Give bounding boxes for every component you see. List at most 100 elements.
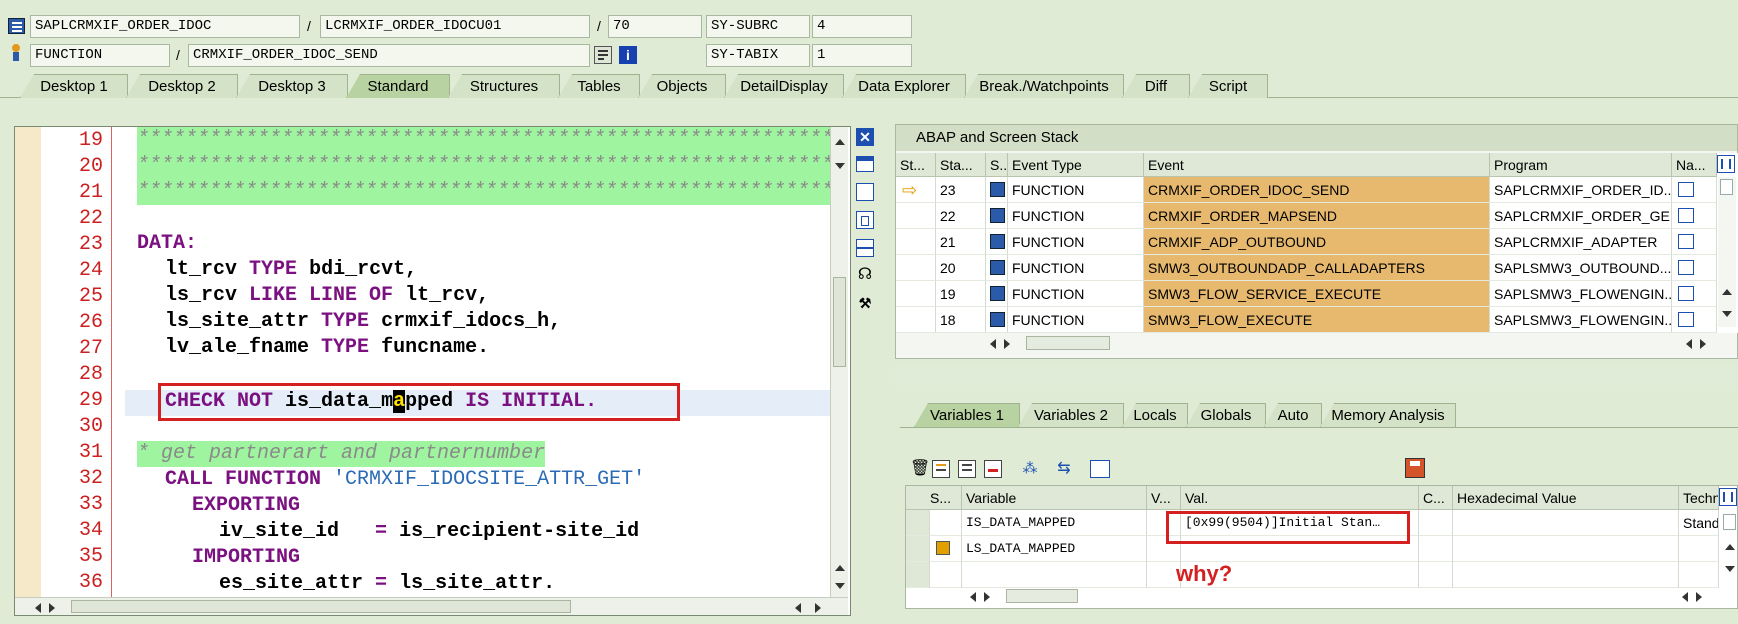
navigate-icon[interactable] [1678,208,1694,223]
column-header[interactable]: S... [906,486,962,510]
stack-level-cell[interactable]: 18 [936,307,986,333]
scroll-thumb[interactable] [1026,336,1110,350]
display-source-icon[interactable] [594,46,612,64]
folder-icon[interactable] [1090,460,1110,478]
hierarchy-icon[interactable]: ⁂ [1020,460,1040,478]
row-selector[interactable] [906,510,930,536]
tab-standard[interactable]: Standard [346,74,450,98]
column-header[interactable]: Event Type [1008,153,1144,177]
load-variable-icon[interactable] [932,460,950,478]
stack-horizontal-scrollbar[interactable] [986,335,1716,353]
column-header[interactable]: Hexadecimal Value [1453,486,1679,510]
tab-script[interactable]: Script [1188,74,1268,98]
tab-auto[interactable]: Auto [1264,403,1322,427]
stack-vertical-scrollbar[interactable] [1718,177,1736,327]
navigate-icon[interactable] [1678,182,1694,197]
variables-horizontal-scrollbar[interactable] [962,588,1722,606]
scroll-left-arrow[interactable] [35,603,41,613]
tools-icon[interactable]: ⚒ [856,294,874,312]
tab-desktop-3[interactable]: Desktop 3 [236,74,348,98]
scroll-thumb[interactable] [833,277,846,367]
scroll-right-arrow[interactable] [815,603,821,613]
scroll-up-arrow[interactable] [1725,544,1735,550]
column-header[interactable]: Val. [1181,486,1419,510]
var-c-cell[interactable] [1419,536,1453,562]
stack-event-cell[interactable]: CRMXIF_ORDER_MAPSEND [1144,203,1490,229]
stack-event-cell[interactable]: SMW3_FLOW_EXECUTE [1144,307,1490,333]
event-field[interactable]: CRMXIF_ORDER_IDOC_SEND [188,44,590,67]
scroll-left-arrow[interactable] [970,592,976,602]
info-icon[interactable]: i [619,46,637,64]
scroll-up-arrow[interactable] [835,139,845,145]
navigate-icon[interactable] [1678,312,1694,327]
stack-event-cell[interactable]: CRMXIF_ORDER_IDOC_SEND [1144,177,1490,203]
delete-variable-icon[interactable] [984,460,1002,478]
new-window-icon[interactable] [856,156,874,172]
row-selector[interactable] [906,562,930,588]
maximize-icon[interactable] [856,211,874,229]
stack-type-cell[interactable]: FUNCTION [1008,307,1144,333]
tab-watchpoints[interactable]: Break./Watchpoints [964,74,1124,98]
var-name-cell[interactable]: LS_DATA_MAPPED [962,536,1147,562]
stack-marker-cell[interactable] [896,203,936,229]
stack-level-cell[interactable]: 23 [936,177,986,203]
scroll-right-arrow[interactable] [49,603,55,613]
column-header[interactable]: St... [896,153,936,177]
var-hex-cell[interactable] [1453,562,1679,588]
close-icon[interactable]: ✕ [856,128,874,146]
resize-horizontal-icon[interactable] [856,239,874,257]
scroll-down-arrow[interactable] [1722,311,1732,317]
stack-event-cell[interactable]: SMW3_OUTBOUNDADP_CALLADAPTERS [1144,255,1490,281]
scroll-left-arrow[interactable] [1682,592,1688,602]
column-header[interactable]: Na... [1672,153,1717,177]
navigate-icon[interactable] [1678,234,1694,249]
scroll-right-arrow[interactable] [1700,339,1706,349]
stack-program-cell[interactable]: SAPLCRMXIF_ADAPTER [1490,229,1672,255]
tab-diff[interactable]: Diff [1122,74,1190,98]
stack-level-cell[interactable]: 21 [936,229,986,255]
include-field[interactable]: LCRMXIF_ORDER_IDOCU01 [320,15,590,38]
tab-desktop-2[interactable]: Desktop 2 [126,74,238,98]
stack-level-cell[interactable]: 19 [936,281,986,307]
headset-icon[interactable]: ☊ [856,266,874,284]
stack-program-cell[interactable]: SAPLCRMXIF_ORDER_GEN [1490,203,1672,229]
var-hex-cell[interactable] [1453,510,1679,536]
tab-variables-1[interactable]: Variables 1 [914,403,1020,427]
stack-level-cell[interactable]: 20 [936,255,986,281]
program-field[interactable]: SAPLCRMXIF_ORDER_IDOC [30,15,300,38]
stack-marker-cell[interactable] [896,281,936,307]
var-c-cell[interactable] [1419,510,1453,536]
stack-program-cell[interactable]: SAPLSMW3_FLOWENGIN... [1490,281,1672,307]
source-editor[interactable]: 19 20 21 22 23 24 25 26 27 28 29 30 31 3… [14,126,851,616]
scroll-right-arrow[interactable] [1004,339,1010,349]
stack-marker-cell[interactable] [896,229,936,255]
scroll-left-arrow[interactable] [990,339,996,349]
scroll-thumb[interactable] [1723,514,1736,530]
tab-globals[interactable]: Globals [1186,403,1266,427]
stack-event-cell[interactable]: CRMXIF_ADP_OUTBOUND [1144,229,1490,255]
stack-level-cell[interactable]: 22 [936,203,986,229]
tab-detaildisplay[interactable]: DetailDisplay [724,74,844,98]
breakpoint-gutter[interactable] [15,127,41,615]
swap-panes-icon[interactable] [856,183,874,201]
save-icon[interactable] [1405,458,1425,478]
stack-type-cell[interactable]: FUNCTION [1008,203,1144,229]
column-header[interactable]: Sta... [936,153,986,177]
scroll-right-arrow[interactable] [984,592,990,602]
var-hex-cell[interactable] [1453,536,1679,562]
column-header[interactable]: C... [1419,486,1453,510]
scroll-down-arrow[interactable] [835,583,845,589]
editor-vertical-scrollbar[interactable] [830,127,848,597]
tab-desktop-1[interactable]: Desktop 1 [20,74,128,98]
var-tech-cell[interactable] [1679,536,1719,562]
stack-type-cell[interactable]: FUNCTION [1008,281,1144,307]
scroll-up-arrow[interactable] [1722,289,1732,295]
tab-tables[interactable]: Tables [558,74,640,98]
var-name-cell[interactable] [962,562,1147,588]
stack-event-cell[interactable]: SMW3_FLOW_SERVICE_EXECUTE [1144,281,1490,307]
var-status-cell[interactable] [930,562,962,588]
column-header[interactable]: Program [1490,153,1672,177]
column-header[interactable]: Variable [962,486,1147,510]
scroll-up-arrow[interactable] [835,565,845,571]
scroll-down-arrow[interactable] [1725,566,1735,572]
